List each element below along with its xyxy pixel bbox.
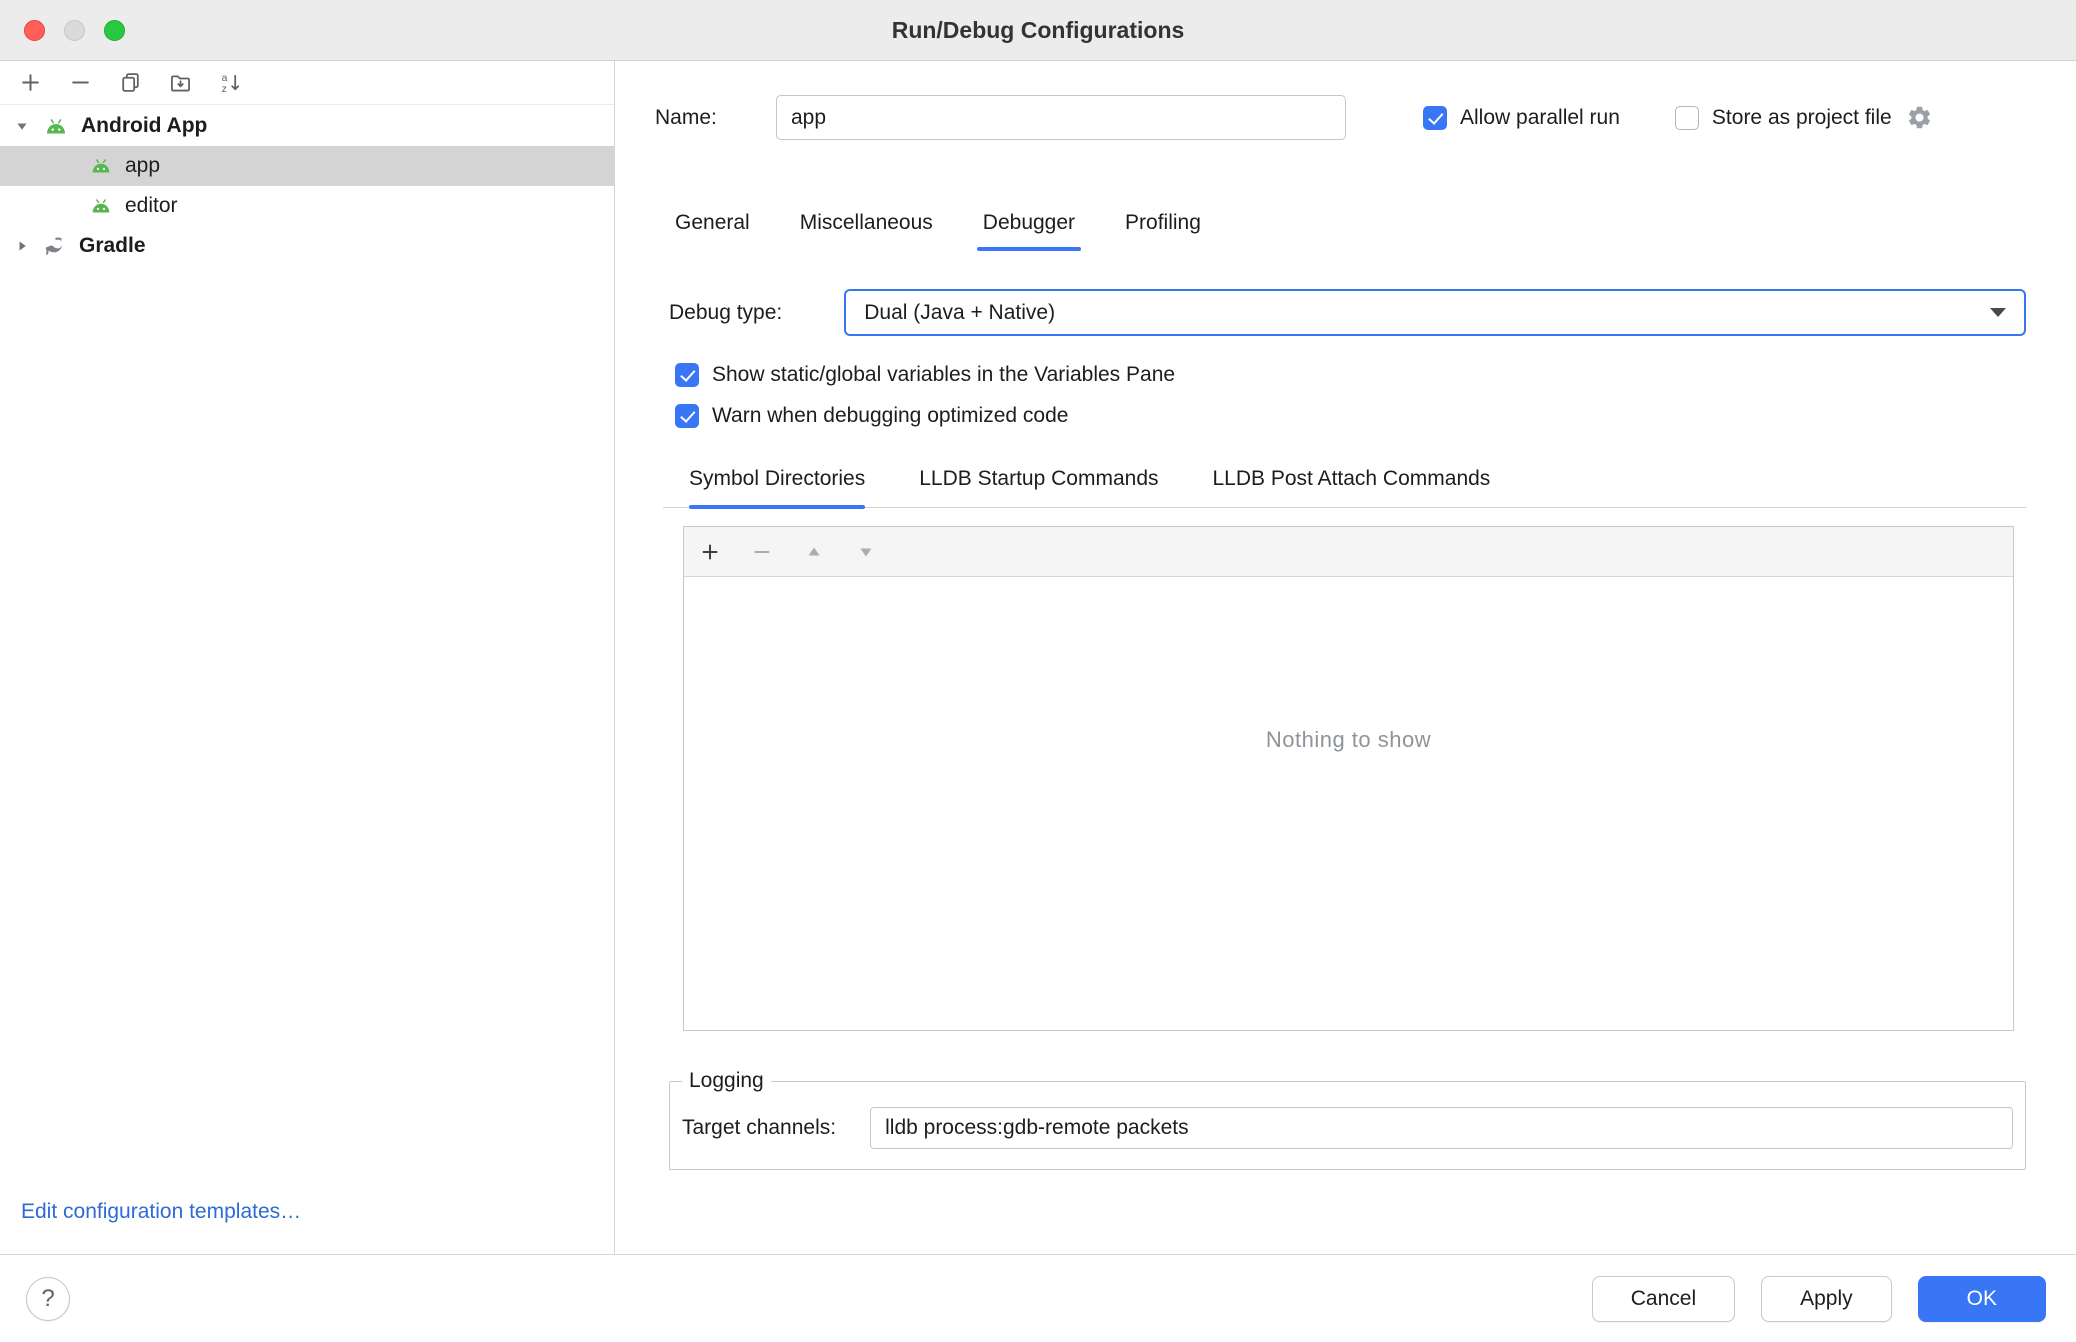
copy-configuration-button[interactable]: [112, 67, 148, 99]
logging-group: Logging Target channels:: [669, 1069, 2026, 1170]
dialog-footer: ? Cancel Apply OK: [0, 1254, 2076, 1342]
allow-parallel-run-checkbox[interactable]: [1423, 106, 1447, 130]
list-move-up-button[interactable]: [796, 535, 832, 569]
apply-button[interactable]: Apply: [1761, 1276, 1892, 1322]
svg-text:a: a: [221, 73, 227, 84]
help-button[interactable]: ?: [26, 1277, 70, 1321]
show-static-variables-option: Show static/global variables in the Vari…: [675, 363, 2026, 387]
question-mark-icon: ?: [41, 1285, 54, 1313]
symbol-directories-empty-area: Nothing to show: [684, 577, 2013, 1030]
configuration-tree: Android App app editor: [0, 105, 614, 266]
tree-item-label: app: [125, 154, 160, 178]
add-icon: [699, 541, 721, 563]
chevron-down-icon[interactable]: [14, 119, 30, 133]
zoom-window-button[interactable]: [104, 20, 125, 41]
tab-debugger[interactable]: Debugger: [983, 210, 1075, 251]
titlebar: Run/Debug Configurations: [0, 0, 2076, 61]
move-to-new-folder-icon: [169, 71, 192, 94]
move-to-new-folder-button[interactable]: [162, 67, 198, 99]
android-icon: [88, 158, 114, 174]
tree-item-android-app[interactable]: Android App: [0, 106, 614, 146]
edit-configuration-templates-link[interactable]: Edit configuration templates…: [0, 1200, 614, 1254]
warn-optimized-code-label: Warn when debugging optimized code: [712, 404, 1068, 428]
debugger-subtabs: Symbol Directories LLDB Startup Commands…: [663, 466, 2026, 508]
subtab-symbol-directories[interactable]: Symbol Directories: [689, 466, 865, 507]
debug-type-label: Debug type:: [669, 301, 782, 325]
show-static-variables-label: Show static/global variables in the Vari…: [712, 363, 1175, 387]
add-icon: [19, 71, 42, 94]
android-icon: [88, 198, 114, 214]
move-down-icon: [855, 541, 877, 563]
store-as-project-file-option: Store as project file: [1675, 106, 1892, 130]
store-as-project-file-label: Store as project file: [1712, 106, 1892, 130]
tree-item-gradle[interactable]: Gradle: [0, 226, 614, 266]
tree-item-app[interactable]: app: [0, 146, 614, 186]
target-channels-input[interactable]: [870, 1107, 2013, 1149]
sort-configurations-button[interactable]: az: [212, 67, 248, 99]
dropdown-arrow-icon: [1990, 308, 2006, 317]
ok-button[interactable]: OK: [1918, 1276, 2046, 1322]
debug-type-value: Dual (Java + Native): [864, 301, 1990, 325]
svg-text:z: z: [221, 84, 226, 94]
copy-icon: [119, 71, 142, 94]
cancel-button[interactable]: Cancel: [1592, 1276, 1735, 1322]
symbol-directories-list: Nothing to show: [683, 526, 2014, 1031]
sidebar-toolbar: az: [0, 61, 614, 105]
show-static-variables-checkbox[interactable]: [675, 363, 699, 387]
tab-profiling[interactable]: Profiling: [1125, 210, 1201, 251]
tab-general[interactable]: General: [675, 210, 750, 251]
run-debug-configurations-dialog: Run/Debug Configurations: [0, 0, 2076, 1342]
tab-miscellaneous[interactable]: Miscellaneous: [800, 210, 933, 251]
warn-optimized-code-option: Warn when debugging optimized code: [675, 404, 2026, 428]
minimize-window-button: [64, 20, 85, 41]
list-move-down-button[interactable]: [848, 535, 884, 569]
store-as-project-file-checkbox[interactable]: [1675, 106, 1699, 130]
store-settings-gear-button[interactable]: [1906, 104, 1933, 131]
target-channels-label: Target channels:: [682, 1116, 836, 1140]
close-window-button[interactable]: [24, 20, 45, 41]
name-label: Name:: [655, 106, 776, 130]
configuration-detail-panel: Name: Allow parallel run Store as projec…: [615, 61, 2076, 1254]
empty-list-message: Nothing to show: [684, 727, 2013, 753]
target-channels-row: Target channels:: [680, 1107, 2013, 1149]
remove-icon: [69, 71, 92, 94]
move-up-icon: [803, 541, 825, 563]
remove-configuration-button[interactable]: [62, 67, 98, 99]
tree-item-label: Gradle: [79, 234, 146, 258]
window-controls: [24, 0, 125, 60]
debug-type-row: Debug type: Dual (Java + Native): [669, 289, 2026, 336]
tree-item-editor[interactable]: editor: [0, 186, 614, 226]
list-add-button[interactable]: [692, 535, 728, 569]
subtab-lldb-post-attach-commands[interactable]: LLDB Post Attach Commands: [1213, 466, 1491, 507]
list-remove-button[interactable]: [744, 535, 780, 569]
logging-group-title: Logging: [682, 1069, 771, 1093]
name-row: Name: Allow parallel run Store as projec…: [655, 95, 2026, 140]
warn-optimized-code-checkbox[interactable]: [675, 404, 699, 428]
configuration-tabs: General Miscellaneous Debugger Profiling: [675, 210, 2026, 251]
tree-item-label: Android App: [81, 114, 207, 138]
debug-type-dropdown[interactable]: Dual (Java + Native): [844, 289, 2026, 336]
allow-parallel-run-label: Allow parallel run: [1460, 106, 1620, 130]
gradle-icon: [42, 233, 68, 259]
configurations-sidebar: az Android App: [0, 61, 615, 1254]
main-area: az Android App: [0, 61, 2076, 1254]
symbol-directories-toolbar: [684, 527, 2013, 577]
sort-alphabetically-icon: az: [219, 71, 242, 94]
allow-parallel-run-option: Allow parallel run: [1423, 106, 1620, 130]
android-icon: [42, 118, 70, 135]
window-title: Run/Debug Configurations: [892, 17, 1185, 44]
name-input[interactable]: [776, 95, 1346, 140]
subtab-lldb-startup-commands[interactable]: LLDB Startup Commands: [919, 466, 1158, 507]
tree-item-label: editor: [125, 194, 178, 218]
remove-icon: [751, 541, 773, 563]
footer-buttons: Cancel Apply OK: [1592, 1276, 2046, 1322]
add-configuration-button[interactable]: [12, 67, 48, 99]
chevron-right-icon[interactable]: [14, 239, 30, 253]
gear-icon: [1906, 104, 1933, 131]
